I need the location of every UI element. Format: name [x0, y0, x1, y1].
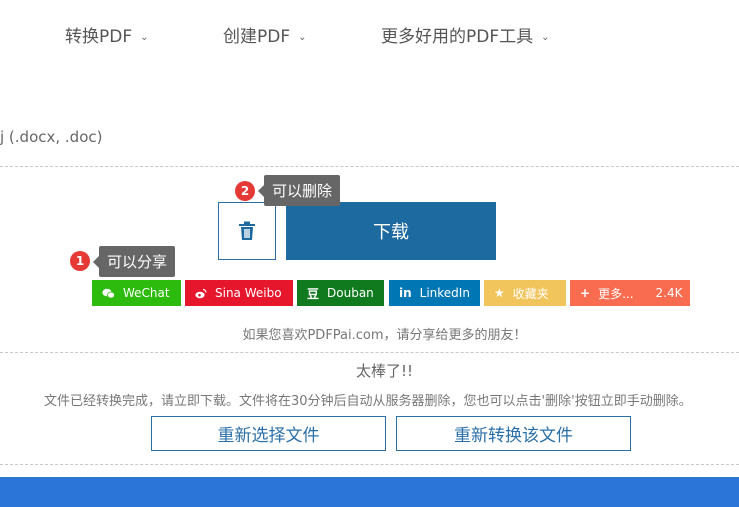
linkedin-icon: in	[399, 286, 412, 300]
nav-item-convert-pdf[interactable]: 转换PDF ⌄	[65, 22, 149, 47]
nav-item-label: 创建PDF	[223, 27, 291, 47]
result-title: 太棒了!!	[355, 362, 414, 380]
share-wechat-button[interactable]: WeChat	[92, 280, 181, 306]
trash-icon	[239, 221, 255, 240]
divider	[0, 166, 739, 167]
tooltip-delete: 可以删除	[257, 175, 341, 206]
share-linkedin-button[interactable]: in LinkedIn	[389, 280, 480, 306]
chevron-down-icon: ⌄	[298, 32, 307, 43]
delete-button[interactable]	[218, 202, 276, 260]
share-label: Douban	[327, 286, 374, 300]
share-label: 更多...	[598, 286, 634, 301]
share-douban-button[interactable]: 豆 Douban	[297, 280, 384, 306]
nav-item-label: 转换PDF	[65, 27, 133, 47]
share-label: LinkedIn	[419, 286, 470, 300]
footer-bar	[0, 477, 739, 507]
reselect-file-button[interactable]: 重新选择文件	[151, 416, 386, 451]
share-label: 收藏夹	[512, 286, 549, 301]
tooltip-badge-delete: 2	[235, 181, 255, 201]
chevron-down-icon: ⌄	[140, 32, 149, 43]
download-button[interactable]: 下载	[286, 202, 496, 260]
file-type-text: j (.docx, .doc)	[0, 128, 103, 146]
tooltip-badge-share: 1	[70, 251, 90, 271]
top-nav: 转换PDF ⌄ 创建PDF ⌄ 更多好用的PDF工具 ⌄	[0, 0, 739, 68]
plus-icon: +	[580, 286, 591, 300]
share-favorites-button[interactable]: ★ 收藏夹	[484, 280, 566, 306]
chevron-down-icon: ⌄	[541, 32, 550, 43]
divider	[0, 352, 739, 353]
share-more-button[interactable]: + 更多... 2.4K	[570, 280, 690, 306]
share-count: 2.4K	[655, 286, 683, 300]
weibo-icon	[195, 288, 207, 298]
reconvert-file-button[interactable]: 重新转换该文件	[396, 416, 631, 451]
share-note: 如果您喜欢PDFPai.com，请分享给更多的朋友！	[242, 328, 527, 343]
share-label: WeChat	[123, 286, 170, 300]
nav-item-label: 更多好用的PDF工具	[381, 27, 534, 47]
nav-item-more-tools[interactable]: 更多好用的PDF工具 ⌄	[381, 22, 550, 47]
wechat-icon	[102, 288, 115, 298]
douban-icon: 豆	[307, 286, 320, 301]
result-info: 文件已经转换完成，请立即下载。文件将在30分钟后自动从服务器删除，您也可以点击'…	[44, 394, 692, 409]
share-weibo-button[interactable]: Sina Weibo	[185, 280, 293, 306]
star-icon: ★	[494, 286, 505, 300]
share-label: Sina Weibo	[215, 286, 282, 300]
tooltip-share: 可以分享	[92, 246, 176, 277]
nav-item-create-pdf[interactable]: 创建PDF ⌄	[223, 22, 307, 47]
divider	[0, 464, 739, 465]
